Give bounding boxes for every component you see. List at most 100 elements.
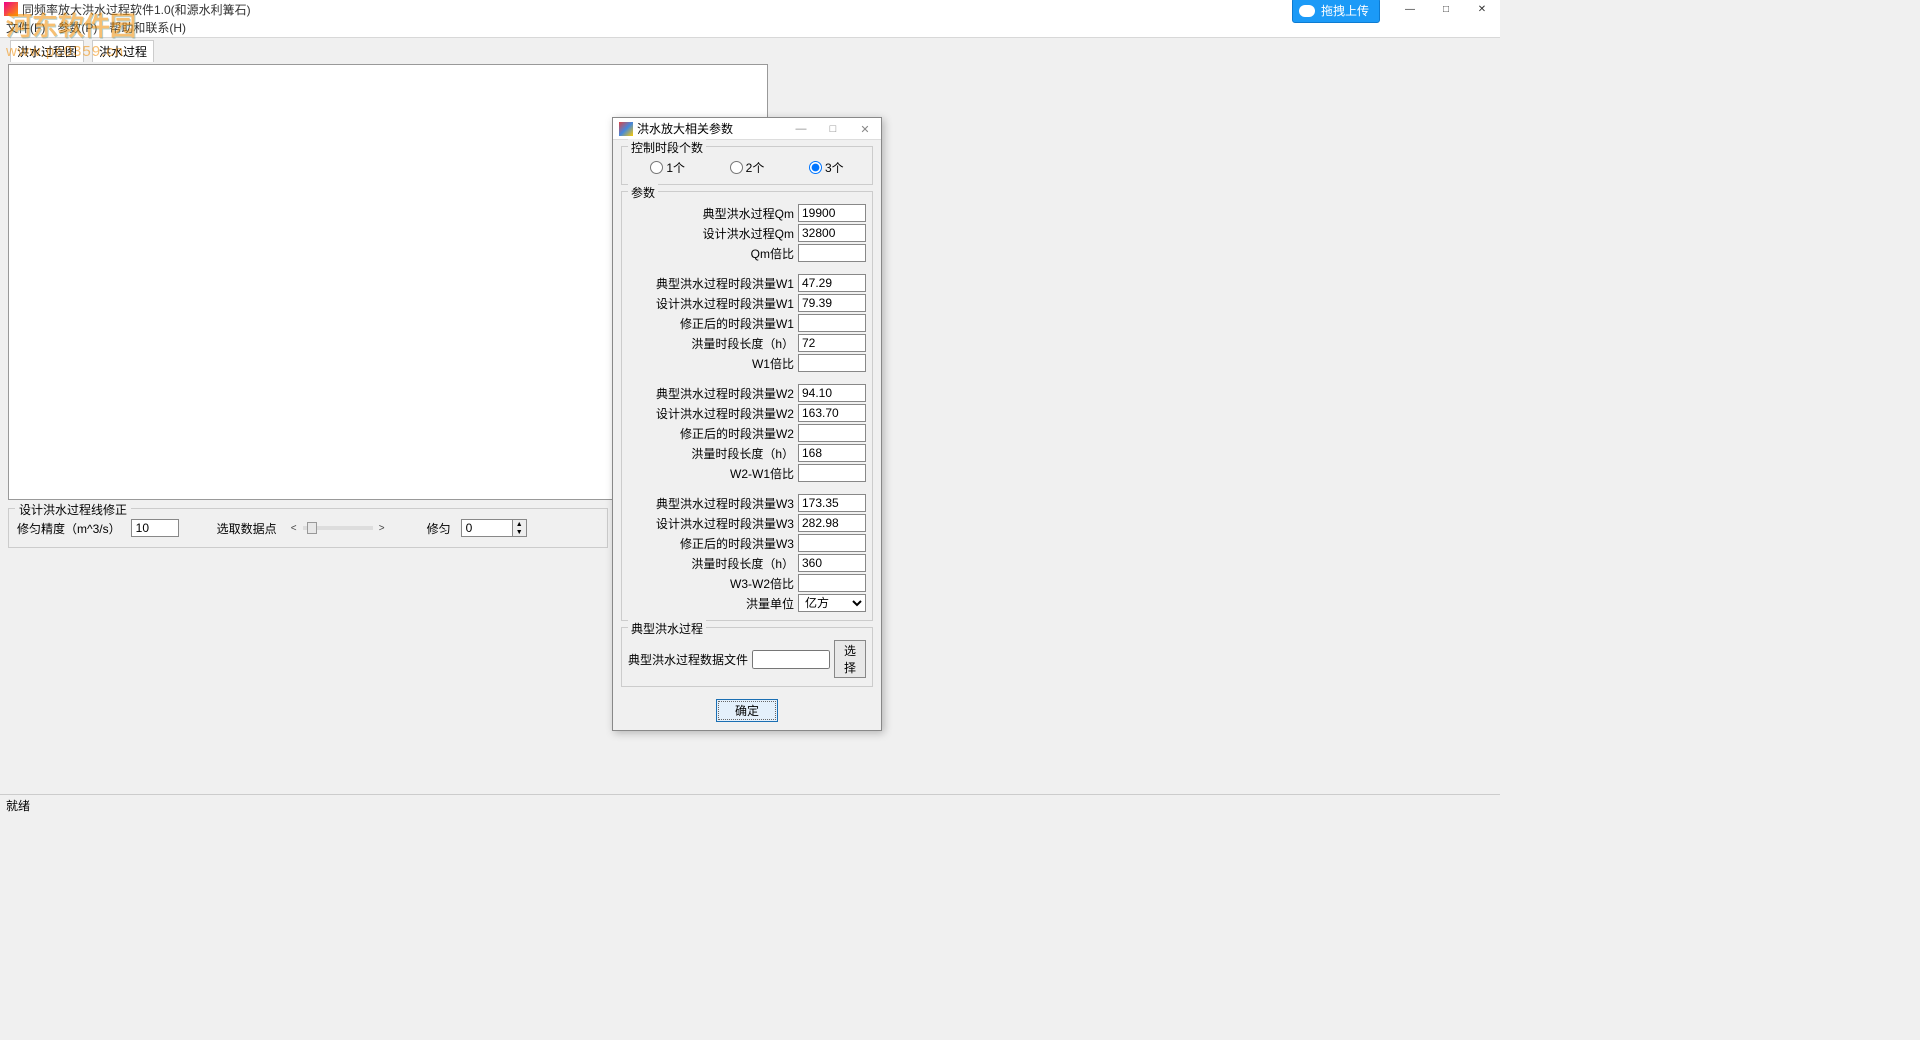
param-row: 典型洪水过程时段洪量W3 xyxy=(628,494,866,512)
param-input[interactable] xyxy=(798,424,866,442)
param-row: W2-W1倍比 xyxy=(628,464,866,482)
param-input[interactable] xyxy=(798,554,866,572)
params-groupbox: 参数 典型洪水过程Qm设计洪水过程QmQm倍比典型洪水过程时段洪量W1设计洪水过… xyxy=(621,191,873,621)
tab-flood-process[interactable]: 洪水过程 xyxy=(92,40,154,62)
param-input[interactable] xyxy=(798,274,866,292)
param-input[interactable] xyxy=(798,444,866,462)
param-input[interactable] xyxy=(798,384,866,402)
unit-select[interactable]: 亿方 xyxy=(798,594,866,612)
param-label: 典型洪水过程Qm xyxy=(628,205,794,222)
tab-flood-graph[interactable]: 洪水过程图 xyxy=(10,40,84,62)
chevron-left-icon[interactable]: < xyxy=(287,520,301,536)
slider-thumb[interactable] xyxy=(307,522,317,534)
precision-input[interactable] xyxy=(131,519,179,537)
close-button[interactable]: ✕ xyxy=(1464,0,1500,18)
radio-3-segments[interactable]: 3个 xyxy=(809,159,844,176)
dialog-close-button[interactable]: ✕ xyxy=(849,118,881,140)
app-icon xyxy=(4,2,18,16)
param-input[interactable] xyxy=(798,244,866,262)
param-input[interactable] xyxy=(798,514,866,532)
param-row: W1倍比 xyxy=(628,354,866,372)
param-input[interactable] xyxy=(798,494,866,512)
param-input[interactable] xyxy=(798,224,866,242)
dialog-minimize-button[interactable]: — xyxy=(785,118,817,140)
param-row: 设计洪水过程时段洪量W3 xyxy=(628,514,866,532)
param-row: 设计洪水过程时段洪量W2 xyxy=(628,404,866,422)
param-label: W2-W1倍比 xyxy=(628,465,794,482)
param-label: 修正后的时段洪量W2 xyxy=(628,425,794,442)
status-text: 就绪 xyxy=(6,799,30,813)
upload-badge[interactable]: 拖拽上传 xyxy=(1292,0,1380,23)
upload-badge-label: 拖拽上传 xyxy=(1321,2,1369,19)
params-legend: 参数 xyxy=(628,184,658,201)
param-label: 典型洪水过程时段洪量W2 xyxy=(628,385,794,402)
param-row: 洪量时段长度（h） xyxy=(628,554,866,572)
smooth-spinner[interactable]: ▲ ▼ xyxy=(461,519,527,537)
param-row: 修正后的时段洪量W1 xyxy=(628,314,866,332)
param-row: 典型洪水过程Qm xyxy=(628,204,866,222)
param-input[interactable] xyxy=(798,314,866,332)
window-title: 同频率放大洪水过程软件1.0(和源水利篝石) xyxy=(22,1,251,18)
segments-groupbox: 控制时段个数 1个 2个 3个 xyxy=(621,146,873,185)
typical-legend: 典型洪水过程 xyxy=(628,620,706,637)
precision-label: 修匀精度（m^3/s） xyxy=(17,520,121,537)
smooth-label: 修匀 xyxy=(427,520,451,537)
param-input[interactable] xyxy=(798,334,866,352)
param-input[interactable] xyxy=(798,534,866,552)
param-input[interactable] xyxy=(798,404,866,422)
param-row: 修正后的时段洪量W2 xyxy=(628,424,866,442)
chevron-right-icon[interactable]: > xyxy=(375,520,389,536)
param-label: 修正后的时段洪量W3 xyxy=(628,535,794,552)
param-label: 设计洪水过程时段洪量W3 xyxy=(628,515,794,532)
param-label: 洪量时段长度（h） xyxy=(628,445,794,462)
param-label: 典型洪水过程时段洪量W1 xyxy=(628,275,794,292)
cloud-icon xyxy=(1299,5,1315,17)
param-input[interactable] xyxy=(798,354,866,372)
param-label: 设计洪水过程时段洪量W1 xyxy=(628,295,794,312)
param-row: 洪量时段长度（h） xyxy=(628,444,866,462)
dialog-maximize-button[interactable]: □ xyxy=(817,118,849,140)
param-label: Qm倍比 xyxy=(628,245,794,262)
param-row: W3-W2倍比 xyxy=(628,574,866,592)
param-label: W3-W2倍比 xyxy=(628,575,794,592)
param-label: 设计洪水过程时段洪量W2 xyxy=(628,405,794,422)
radio-1-segment[interactable]: 1个 xyxy=(650,159,685,176)
tabs-row: 洪水过程图 洪水过程 xyxy=(0,38,1500,64)
param-input[interactable] xyxy=(798,574,866,592)
param-input[interactable] xyxy=(798,204,866,222)
param-row: 设计洪水过程Qm xyxy=(628,224,866,242)
correction-groupbox: 设计洪水过程线修正 修匀精度（m^3/s） 选取数据点 < > 修匀 ▲ ▼ xyxy=(8,508,608,548)
spinner-down-icon[interactable]: ▼ xyxy=(512,528,526,536)
smooth-input[interactable] xyxy=(462,520,512,536)
dialog-title-bar[interactable]: 洪水放大相关参数 — □ ✕ xyxy=(613,118,881,140)
slider-track[interactable] xyxy=(303,526,373,530)
radio-2-segments[interactable]: 2个 xyxy=(730,159,765,176)
segments-legend: 控制时段个数 xyxy=(628,139,706,156)
browse-button[interactable]: 选择 xyxy=(834,640,866,678)
param-label: 洪量时段长度（h） xyxy=(628,555,794,572)
param-label: 典型洪水过程时段洪量W3 xyxy=(628,495,794,512)
window-controls: — □ ✕ xyxy=(1392,0,1500,18)
file-input[interactable] xyxy=(752,650,830,669)
spinner-up-icon[interactable]: ▲ xyxy=(512,520,526,528)
menu-help[interactable]: 帮助和联系(H) xyxy=(109,19,186,36)
menu-params[interactable]: 参数(P) xyxy=(57,19,97,36)
param-row: 设计洪水过程时段洪量W1 xyxy=(628,294,866,312)
param-row: 典型洪水过程时段洪量W1 xyxy=(628,274,866,292)
maximize-button[interactable]: □ xyxy=(1428,0,1464,18)
title-bar: 同频率放大洪水过程软件1.0(和源水利篝石) 拖拽上传 — □ ✕ xyxy=(0,0,1500,18)
menu-file[interactable]: 文件(F) xyxy=(6,19,45,36)
param-label: 修正后的时段洪量W1 xyxy=(628,315,794,332)
param-input[interactable] xyxy=(798,464,866,482)
ok-button[interactable]: 确定 xyxy=(716,699,778,722)
param-row: 修正后的时段洪量W3 xyxy=(628,534,866,552)
param-input[interactable] xyxy=(798,294,866,312)
param-row: Qm倍比 xyxy=(628,244,866,262)
typical-groupbox: 典型洪水过程 典型洪水过程数据文件 选择 xyxy=(621,627,873,687)
dialog-icon xyxy=(619,122,633,136)
correction-legend: 设计洪水过程线修正 xyxy=(15,501,131,518)
param-label: 洪量时段长度（h） xyxy=(628,335,794,352)
minimize-button[interactable]: — xyxy=(1392,0,1428,18)
pick-slider[interactable]: < > xyxy=(287,520,389,536)
param-label: 设计洪水过程Qm xyxy=(628,225,794,242)
